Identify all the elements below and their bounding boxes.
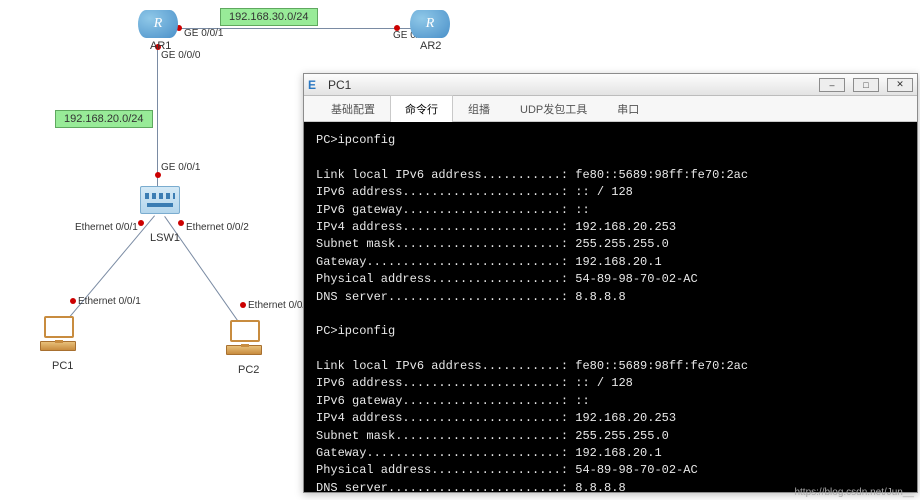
port-label: GE 0/0/1 [161,162,200,173]
switch-icon [140,186,180,214]
switch-lsw1[interactable] [140,186,180,218]
port-dot [70,298,76,304]
device-label-pc1: PC1 [52,360,73,372]
port-label: Ethernet 0/0/2 [186,222,249,233]
titlebar[interactable]: E PC1 – □ ✕ [304,74,917,96]
port-dot [240,302,246,308]
port-label: GE 0/0/1 [184,28,223,39]
link-ar1-lsw1 [157,44,158,189]
device-label-pc2: PC2 [238,364,259,376]
tab-basic-config[interactable]: 基础配置 [316,95,390,122]
tab-bar: 基础配置 命令行 组播 UDP发包工具 串口 [304,96,917,122]
window-title: PC1 [328,78,351,92]
port-dot [178,220,184,226]
pc-monitor-icon [44,316,74,338]
device-label-ar1: AR1 [150,40,171,52]
minimize-button[interactable]: – [819,78,845,92]
app-icon: E [308,78,322,92]
pc-pc1[interactable] [38,316,84,356]
device-label-lsw1: LSW1 [150,232,180,244]
terminal-output[interactable]: PC>ipconfig Link local IPv6 address.....… [304,122,917,492]
tab-command-line[interactable]: 命令行 [390,95,453,122]
subnet-label-30: 192.168.30.0/24 [220,8,318,26]
close-button[interactable]: ✕ [887,78,913,92]
tab-udp-tool[interactable]: UDP发包工具 [505,95,602,122]
port-label: Ethernet 0/0/1 [78,296,141,307]
tab-multicast[interactable]: 组播 [453,95,505,122]
port-dot [138,220,144,226]
tab-serial[interactable]: 串口 [602,95,654,122]
port-label: Ethernet 0/0/1 [75,222,138,233]
pc-monitor-icon [230,320,260,342]
pc1-window[interactable]: E PC1 – □ ✕ 基础配置 命令行 组播 UDP发包工具 串口 PC>ip… [303,73,918,493]
router-ar1[interactable]: R [138,10,178,38]
maximize-button[interactable]: □ [853,78,879,92]
router-ar2[interactable]: R [410,10,450,38]
subnet-label-20: 192.168.20.0/24 [55,110,153,128]
watermark: https://blog.csdn.net/Jun__ [794,487,914,498]
router-icon: R [138,10,178,38]
pc-pc2[interactable] [224,320,270,360]
router-icon: R [410,10,450,38]
port-label: Ethernet 0/0/1 [248,300,311,311]
device-label-ar2: AR2 [420,40,441,52]
